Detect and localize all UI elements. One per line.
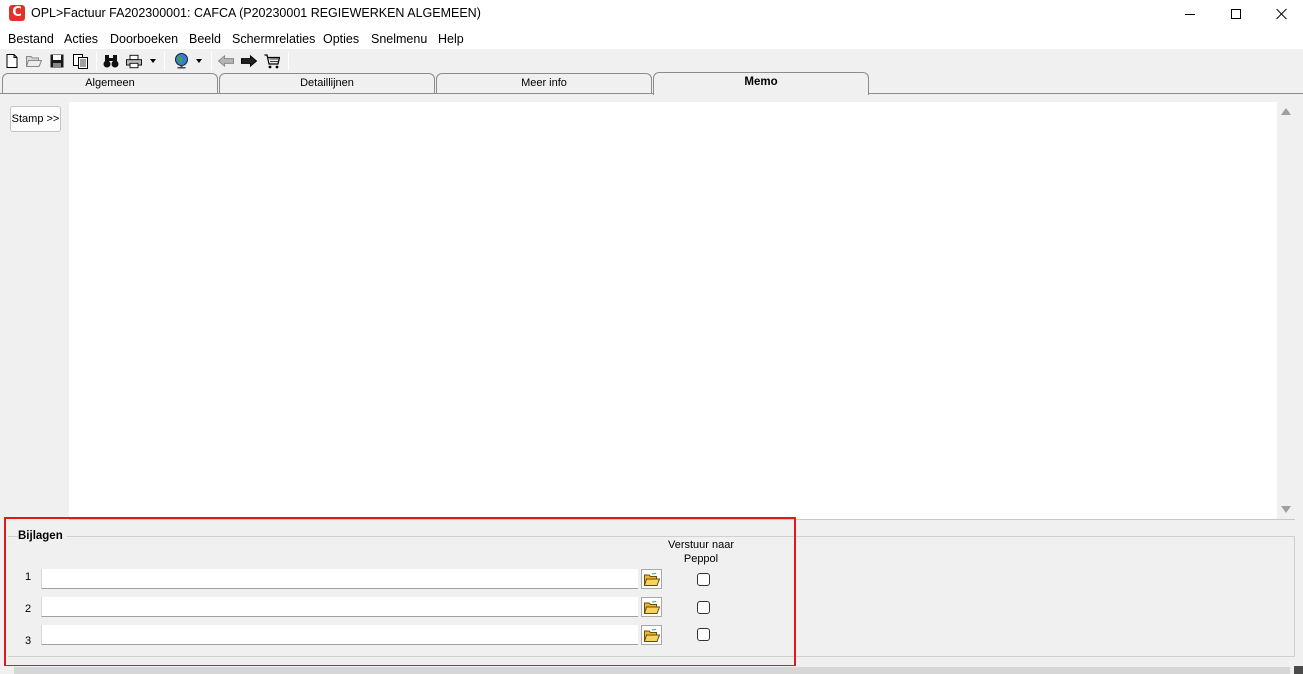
menu-beeld[interactable]: Beeld [189, 32, 221, 46]
new-document-button[interactable] [4, 53, 20, 69]
tab-meer-info[interactable]: Meer info [436, 73, 652, 94]
toolbar [0, 50, 1303, 72]
close-button[interactable] [1259, 0, 1303, 28]
menu-acties[interactable]: Acties [64, 32, 98, 46]
attachment-number: 1 [25, 571, 32, 583]
window-title: OPL>Factuur FA202300001: CAFCA (P2023000… [31, 6, 481, 20]
close-icon [1276, 8, 1288, 20]
forward-arrow-icon [241, 55, 257, 67]
save-button[interactable] [49, 53, 65, 69]
peppol-checkbox-2[interactable] [697, 601, 710, 614]
save-icon [50, 54, 64, 68]
tab-strip: Algemeen Detaillijnen Meer info [0, 72, 1303, 94]
minimize-icon [1185, 13, 1195, 15]
copy-button[interactable] [72, 53, 88, 69]
cart-button[interactable] [264, 53, 280, 69]
open-folder-icon [643, 572, 660, 586]
app-logo-icon: C [9, 5, 25, 21]
open-folder-icon [643, 600, 660, 614]
maximize-button[interactable] [1213, 0, 1259, 28]
attachment-number: 3 [25, 635, 32, 647]
menu-schermrelaties[interactable]: Schermrelaties [232, 32, 315, 46]
resize-grip [1294, 666, 1303, 674]
open-folder-icon [643, 628, 660, 642]
binoculars-icon [103, 55, 119, 68]
attachment-number: 2 [25, 603, 32, 615]
attachments-title: Bijlagen [18, 530, 67, 542]
browse-button-1[interactable] [641, 569, 662, 589]
menu-doorboeken[interactable]: Doorboeken [110, 32, 178, 46]
scroll-up-arrow-icon[interactable] [1281, 108, 1291, 115]
globe-icon [174, 53, 188, 69]
menu-bestand[interactable]: Bestand [8, 32, 54, 46]
minimize-button[interactable] [1167, 0, 1213, 28]
browse-button-3[interactable] [641, 625, 662, 645]
tab-label: Detaillijnen [300, 77, 354, 89]
stamp-button[interactable]: Stamp >> [10, 106, 61, 132]
tab-label: Memo [744, 76, 778, 88]
peppol-checkbox-1[interactable] [697, 573, 710, 586]
memo-textarea[interactable] [69, 102, 1295, 519]
globe-button[interactable] [173, 53, 189, 69]
print-dropdown-arrow-icon[interactable] [150, 59, 156, 63]
copy-icon [72, 53, 88, 69]
maximize-icon [1231, 9, 1241, 19]
memo-scrollbar[interactable] [1277, 102, 1295, 519]
tab-label: Algemeen [85, 77, 135, 89]
globe-dropdown-arrow-icon[interactable] [196, 59, 202, 63]
forward-button[interactable] [241, 53, 257, 69]
open-folder-icon [26, 56, 42, 67]
menu-bar: Bestand Acties Doorboeken Beeld Schermre… [0, 28, 1303, 49]
tab-algemeen[interactable]: Algemeen [2, 73, 218, 94]
attachment-input-1[interactable] [41, 569, 638, 589]
horizontal-scrollbar[interactable] [14, 667, 1290, 674]
attachment-input-3[interactable] [41, 625, 638, 645]
browse-button-2[interactable] [641, 597, 662, 617]
back-arrow-icon [218, 55, 234, 67]
back-button[interactable] [218, 53, 234, 69]
tab-label: Meer info [521, 77, 567, 89]
printer-icon [126, 54, 142, 68]
cart-icon [264, 53, 280, 68]
divider [69, 519, 1295, 520]
tab-divider [0, 93, 1303, 94]
menu-help[interactable]: Help [438, 32, 464, 46]
tab-memo[interactable]: Memo [653, 72, 869, 95]
tab-detaillijnen[interactable]: Detaillijnen [219, 73, 435, 94]
menu-opties[interactable]: Opties [323, 32, 359, 46]
peppol-header: Verstuur naar Peppol [667, 539, 735, 565]
open-button[interactable] [26, 53, 42, 69]
attachment-input-2[interactable] [41, 597, 638, 617]
new-document-icon [6, 54, 18, 68]
search-button[interactable] [103, 53, 119, 69]
menu-snelmenu[interactable]: Snelmenu [371, 32, 427, 46]
print-button[interactable] [126, 53, 142, 69]
peppol-checkbox-3[interactable] [697, 628, 710, 641]
scroll-down-arrow-icon[interactable] [1281, 506, 1291, 513]
title-bar: C OPL>Factuur FA202300001: CAFCA (P20230… [0, 0, 1303, 28]
